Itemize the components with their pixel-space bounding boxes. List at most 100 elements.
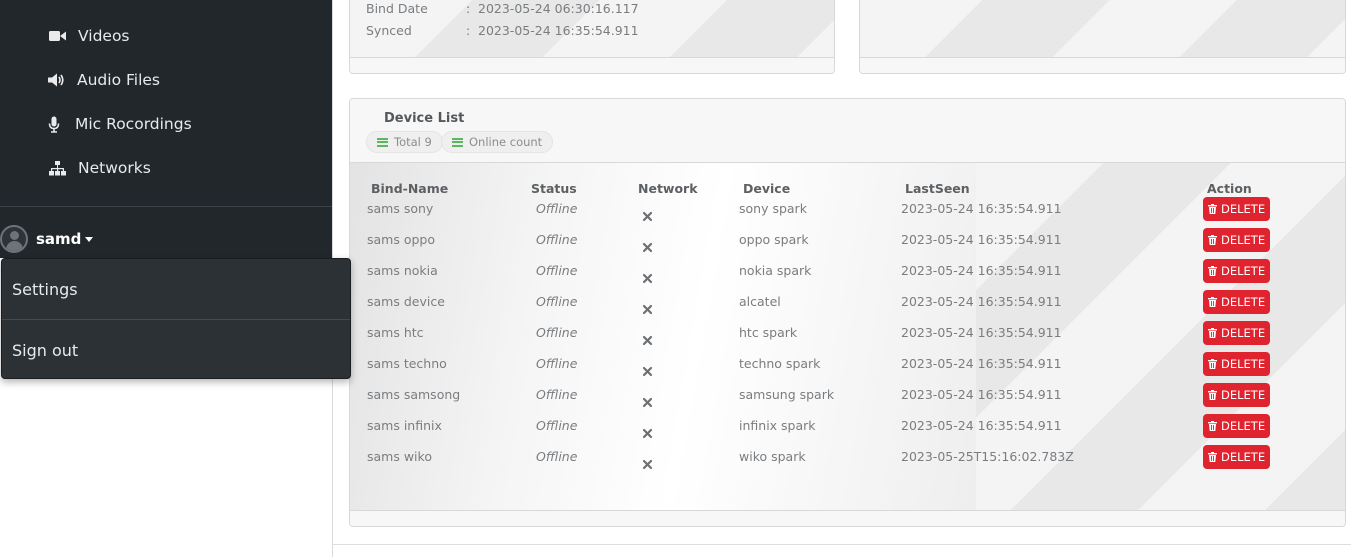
- device-cell: sony spark: [739, 201, 807, 216]
- status-cell: Offline: [536, 387, 578, 402]
- lastseen-cell: 2023-05-24 16:35:54.911: [901, 201, 1062, 216]
- lastseen-cell: 2023-05-24 16:35:54.911: [901, 232, 1062, 247]
- delete-button[interactable]: DELETE: [1203, 197, 1270, 221]
- status-cell: Offline: [536, 263, 578, 278]
- delete-label: DELETE: [1221, 295, 1266, 309]
- user-menu-toggle[interactable]: samd: [0, 222, 94, 256]
- caret-down-icon: [85, 236, 94, 242]
- microphone-icon: [45, 115, 63, 133]
- close-icon: [642, 393, 653, 408]
- status-cell: Offline: [536, 449, 578, 464]
- bind-date-value: 2023-05-24 06:30:16.117: [478, 1, 639, 16]
- close-icon: [642, 424, 653, 439]
- bind-name-cell: sams nokia: [367, 263, 438, 278]
- column-header-device: Device: [743, 181, 791, 196]
- delete-button[interactable]: DELETE: [1203, 383, 1270, 407]
- trash-icon: [1208, 390, 1217, 400]
- delete-button[interactable]: DELETE: [1203, 228, 1270, 252]
- device-cell: samsung spark: [739, 387, 835, 402]
- total-badge[interactable]: Total 9: [366, 131, 443, 153]
- status-cell: Offline: [536, 232, 578, 247]
- bind-name-cell: sams device: [367, 294, 445, 309]
- delete-label: DELETE: [1221, 233, 1266, 247]
- user-dropdown-menu: Settings Sign out: [1, 258, 351, 379]
- sidebar-item-label: Networks: [78, 159, 151, 177]
- card-footer: [860, 57, 1345, 73]
- delete-button[interactable]: DELETE: [1203, 445, 1270, 469]
- sidebar-item-networks[interactable]: Networks: [0, 148, 332, 188]
- online-count-label: Online count: [469, 135, 543, 149]
- close-icon: [642, 455, 653, 470]
- close-icon: [642, 207, 653, 222]
- delete-label: DELETE: [1221, 357, 1266, 371]
- lastseen-cell: 2023-05-24 16:35:54.911: [901, 325, 1062, 340]
- synced-value: 2023-05-24 16:35:54.911: [478, 23, 639, 38]
- synced-label: Synced: [366, 23, 412, 38]
- status-cell: Offline: [536, 294, 578, 309]
- device-cell: wiko spark: [739, 449, 806, 464]
- list-icon: [377, 137, 388, 147]
- device-cell: htc spark: [739, 325, 798, 340]
- sidebar-item-audio-files[interactable]: Audio Files: [0, 60, 332, 100]
- sidebar-item-label: Mic Rocordings: [75, 115, 192, 133]
- device-list-title: Device List: [384, 111, 465, 126]
- delete-button[interactable]: DELETE: [1203, 290, 1270, 314]
- sidebar-item-label: Audio Files: [77, 71, 160, 89]
- device-list-header: Device List Total 9 Online count: [350, 99, 1345, 163]
- volume-icon: [47, 71, 65, 89]
- lastseen-cell: 2023-05-24 16:35:54.911: [901, 356, 1062, 371]
- user-name: samd: [36, 230, 82, 248]
- delete-label: DELETE: [1221, 419, 1266, 433]
- sign-out-menu-item[interactable]: Sign out: [2, 320, 350, 380]
- footer-divider: [333, 544, 1351, 545]
- lastseen-cell: 2023-05-25T15:16:02.783Z: [901, 449, 1074, 464]
- delete-label: DELETE: [1221, 450, 1266, 464]
- delete-button[interactable]: DELETE: [1203, 321, 1270, 345]
- trash-icon: [1208, 266, 1217, 276]
- close-icon: [642, 331, 653, 346]
- device-cell: nokia spark: [739, 263, 812, 278]
- bind-name-cell: sams infinix: [367, 418, 442, 433]
- sidebar-item-videos[interactable]: Videos: [0, 16, 332, 56]
- device-info-card: Bind Date : 2023-05-24 06:30:16.117 Sync…: [349, 0, 835, 74]
- lastseen-cell: 2023-05-24 16:35:54.911: [901, 387, 1062, 402]
- trash-icon: [1208, 235, 1217, 245]
- sidebar-divider: [0, 206, 332, 207]
- column-header-status: Status: [531, 181, 577, 196]
- status-cell: Offline: [536, 201, 578, 216]
- card-footer: [350, 510, 1345, 526]
- trash-icon: [1208, 421, 1217, 431]
- trash-icon: [1208, 204, 1217, 214]
- separator: :: [466, 23, 471, 38]
- sidebar-item-label: Videos: [78, 27, 130, 45]
- sitemap-icon: [48, 159, 66, 177]
- card-footer: [350, 57, 834, 73]
- delete-button[interactable]: DELETE: [1203, 414, 1270, 438]
- sidebar-item-mic-recordings[interactable]: Mic Rocordings: [0, 104, 332, 144]
- device-cell: infinix spark: [739, 418, 816, 433]
- delete-button[interactable]: DELETE: [1203, 259, 1270, 283]
- column-header-bind-name: Bind-Name: [371, 181, 449, 196]
- sidebar-nav: Videos Audio Files Mic Rocordings Networ…: [0, 0, 332, 258]
- bind-date-label: Bind Date: [366, 1, 428, 16]
- trash-icon: [1208, 297, 1217, 307]
- device-cell: alcatel: [739, 294, 781, 309]
- separator: :: [466, 1, 471, 16]
- bind-name-cell: sams techno: [367, 356, 447, 371]
- lastseen-cell: 2023-05-24 16:35:54.911: [901, 263, 1062, 278]
- settings-menu-item[interactable]: Settings: [2, 259, 350, 319]
- close-icon: [642, 238, 653, 253]
- close-icon: [642, 362, 653, 377]
- column-header-action: Action: [1207, 181, 1252, 196]
- delete-button[interactable]: DELETE: [1203, 352, 1270, 376]
- total-label: Total 9: [394, 135, 432, 149]
- device-cell: oppo spark: [739, 232, 809, 247]
- avatar: [0, 225, 28, 253]
- online-count-badge[interactable]: Online count: [441, 131, 554, 153]
- trash-icon: [1208, 328, 1217, 338]
- delete-label: DELETE: [1221, 264, 1266, 278]
- column-header-network: Network: [638, 181, 698, 196]
- bind-name-cell: sams htc: [367, 325, 424, 340]
- device-list-card: Device List Total 9 Online count Bind-Na…: [349, 98, 1346, 527]
- bind-name-cell: sams samsong: [367, 387, 461, 402]
